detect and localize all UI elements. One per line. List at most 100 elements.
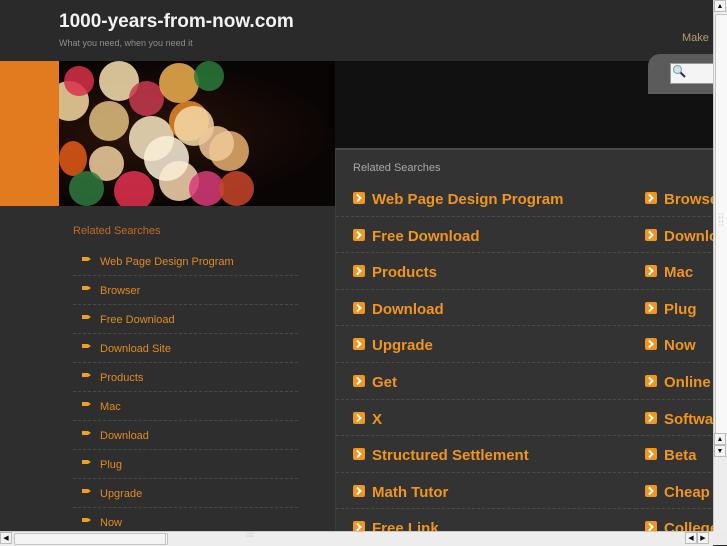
panel-column-2: Browser Download Mac Plug Now Online Sof… [636, 180, 713, 531]
panel-link[interactable]: Free Download [336, 217, 636, 254]
chevron-right-icon [353, 484, 365, 497]
chevron-right-icon [353, 448, 365, 461]
panel-link-label[interactable]: Math Tutor [372, 484, 448, 501]
sidebar-item-label[interactable]: Download Site [100, 343, 171, 355]
panel-link[interactable]: Products [336, 253, 636, 290]
panel-link-label[interactable]: Online [664, 374, 711, 391]
sidebar-item-label[interactable]: Now [100, 517, 122, 529]
panel-link-label[interactable]: Web Page Design Program [372, 191, 563, 208]
panel-link[interactable]: Math Tutor [336, 473, 636, 510]
panel-link-label[interactable]: Cheap [664, 484, 710, 501]
panel-link[interactable]: Upgrade [336, 326, 636, 363]
bokeh-lights-image [59, 61, 335, 206]
panel-link[interactable]: Free Link [336, 509, 636, 531]
pointing-hand-icon [82, 286, 91, 290]
chevron-right-icon [353, 338, 365, 351]
sidebar-item-label[interactable]: Web Page Design Program [100, 256, 234, 268]
panel-link[interactable]: Beta [636, 436, 713, 473]
panel-link[interactable]: Get [336, 363, 636, 400]
chevron-right-icon [645, 521, 657, 531]
chevron-right-icon [353, 228, 365, 241]
sidebar-item-label[interactable]: Products [100, 372, 143, 384]
panel-link[interactable]: Online [636, 363, 713, 400]
panel-link[interactable]: College [636, 509, 713, 531]
search-icon[interactable] [672, 64, 686, 78]
pointing-hand-icon [82, 315, 91, 319]
panel-link-label[interactable]: Plug [664, 301, 697, 318]
chevron-right-icon [353, 521, 365, 531]
panel-link-label[interactable]: Products [372, 264, 437, 281]
panel-link[interactable]: Browser [636, 180, 713, 217]
panel-link-label[interactable]: Software [664, 411, 713, 428]
vertical-scrollbar[interactable]: ▲ ∷ ∷ ∷ ▲ ▼ [713, 0, 727, 531]
make-link[interactable]: Make [682, 32, 709, 44]
scroll-left-button[interactable]: ◀ [0, 532, 12, 544]
panel-link-label[interactable]: Browser [664, 191, 713, 208]
panel-link-label[interactable]: Mac [664, 264, 693, 281]
sidebar-item[interactable]: Now [73, 508, 298, 531]
panel-link[interactable]: Web Page Design Program [336, 180, 636, 217]
panel-link[interactable]: Now [636, 326, 713, 363]
pointing-hand-icon [82, 518, 91, 522]
panel-link[interactable]: Structured Settlement [336, 436, 636, 473]
panel-link[interactable]: X [336, 400, 636, 437]
chevron-right-icon [645, 411, 657, 424]
sidebar-item[interactable]: Upgrade [73, 479, 298, 508]
chevron-right-icon [353, 411, 365, 424]
panel-link-label[interactable]: Download [372, 301, 444, 318]
sidebar-item[interactable]: Download Site [73, 334, 298, 363]
grip-icon: ∷ ∷ ∷ [719, 213, 724, 228]
sidebar-item[interactable]: Products [73, 363, 298, 392]
site-header: 1000-years-from-now.com What you need, w… [0, 0, 713, 61]
site-tagline: What you need, when you need it [59, 38, 193, 48]
sidebar-item[interactable]: Plug [73, 450, 298, 479]
panel-link-label[interactable]: Free Link [372, 520, 439, 531]
chevron-right-icon [645, 338, 657, 351]
panel-link-label[interactable]: Download [664, 228, 713, 245]
chevron-right-icon [353, 374, 365, 387]
sidebar-item-label[interactable]: Plug [100, 459, 122, 471]
sidebar-list: Web Page Design Program Browser Free Dow… [73, 247, 298, 531]
sidebar-item[interactable]: Download [73, 421, 298, 450]
panel-link[interactable]: Plug [636, 290, 713, 327]
chevron-right-icon [353, 192, 365, 204]
sidebar-item[interactable]: Mac [73, 392, 298, 421]
related-searches-panel: Related Searches Web Page Design Program… [335, 148, 713, 531]
vertical-scroll-thumb[interactable]: ∷ ∷ ∷ [715, 14, 727, 434]
panel-link[interactable]: Software [636, 400, 713, 437]
panel-link[interactable]: Mac [636, 253, 713, 290]
panel-link[interactable]: Download [636, 217, 713, 254]
panel-link-label[interactable]: Upgrade [372, 337, 433, 354]
sidebar-item-label[interactable]: Download [100, 430, 149, 442]
scroll-right-button[interactable]: ▶ [697, 532, 709, 544]
sidebar-heading: Related Searches [73, 225, 161, 237]
sidebar-item-label[interactable]: Browser [100, 285, 140, 297]
chevron-right-icon [645, 265, 657, 278]
horizontal-scrollbar[interactable]: ◀ ⁞⁞⁞⁞ ◀ ▶ [0, 531, 713, 546]
panel-link-label[interactable]: Now [664, 337, 696, 354]
pointing-hand-icon [82, 402, 91, 406]
panel-link-label[interactable]: Beta [664, 447, 697, 464]
panel-link[interactable]: Download [336, 290, 636, 327]
site-title[interactable]: 1000-years-from-now.com [59, 11, 294, 33]
scroll-up-button-lower[interactable]: ▲ [714, 433, 726, 445]
chevron-right-icon [353, 301, 365, 314]
panel-link-label[interactable]: Structured Settlement [372, 447, 529, 464]
sidebar-item-label[interactable]: Upgrade [100, 488, 142, 500]
page-viewport: 1000-years-from-now.com What you need, w… [0, 0, 713, 531]
scroll-up-button[interactable]: ▲ [714, 0, 726, 12]
sidebar-item[interactable]: Browser [73, 276, 298, 305]
scroll-down-button[interactable]: ▼ [714, 445, 726, 457]
sidebar-item[interactable]: Web Page Design Program [73, 247, 298, 276]
panel-link-label[interactable]: Get [372, 374, 397, 391]
panel-link-label[interactable]: College [664, 520, 713, 531]
scroll-left-button-right[interactable]: ◀ [685, 532, 697, 544]
chevron-right-icon [645, 484, 657, 497]
panel-link[interactable]: Cheap [636, 473, 713, 510]
panel-link-label[interactable]: Free Download [372, 228, 480, 245]
sidebar-item-label[interactable]: Mac [100, 401, 121, 413]
orange-accent-bar [0, 61, 59, 206]
panel-link-label[interactable]: X [372, 411, 382, 428]
sidebar-item-label[interactable]: Free Download [100, 314, 175, 326]
sidebar-item[interactable]: Free Download [73, 305, 298, 334]
